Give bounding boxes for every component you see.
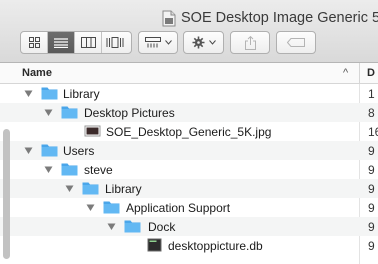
gear-icon	[192, 36, 204, 49]
item-label: Dock	[148, 220, 176, 234]
scrollbar-thumb[interactable]	[3, 129, 10, 259]
disclosure-triangle-icon[interactable]	[44, 108, 53, 117]
folder-icon	[103, 201, 120, 214]
list-item[interactable]: steve 9	[0, 160, 378, 179]
item-label: Users	[63, 144, 95, 158]
action-menu-button[interactable]	[183, 31, 224, 54]
folder-icon	[82, 182, 99, 195]
item-date: 9	[368, 201, 375, 215]
item-date: 9	[368, 144, 375, 158]
item-label: Desktop Pictures	[84, 106, 175, 120]
list-view-icon	[54, 37, 68, 48]
item-label: Library	[105, 182, 142, 196]
list-item[interactable]: Library 9	[0, 179, 378, 198]
disclosure-triangle-icon[interactable]	[86, 203, 95, 212]
disclosure-triangle-icon[interactable]	[24, 89, 33, 98]
toolbar: SOE Desktop Image Generic 5K	[0, 0, 378, 63]
sort-indicator-icon: ^	[343, 67, 349, 79]
list-item[interactable]: Users 9	[0, 141, 378, 160]
tags-button[interactable]	[276, 31, 316, 54]
cover-flow-icon	[106, 37, 124, 48]
chevron-down-icon	[164, 40, 172, 45]
list-item[interactable]: Dock 9	[0, 217, 378, 236]
list-view-button[interactable]	[48, 32, 75, 53]
column-divider[interactable]	[359, 63, 360, 83]
list-item[interactable]: desktoppicture.db 9	[0, 236, 378, 255]
item-label: steve	[84, 163, 113, 177]
window-title: SOE Desktop Image Generic 5K	[162, 8, 378, 28]
file-list: Library 1 Desktop Pictures 8 SOE_Desktop…	[0, 84, 378, 264]
arrange-button[interactable]	[138, 31, 178, 54]
item-label: Application Support	[126, 201, 231, 215]
disclosure-triangle-icon[interactable]	[24, 146, 33, 155]
item-date: 16	[368, 125, 378, 139]
folder-icon	[61, 106, 78, 119]
list-item[interactable]: Desktop Pictures 8	[0, 103, 378, 122]
cover-flow-view-button[interactable]	[102, 32, 128, 53]
disclosure-triangle-icon[interactable]	[44, 165, 53, 174]
item-date: 9	[368, 182, 375, 196]
view-mode-switcher	[20, 31, 132, 54]
share-button[interactable]	[230, 31, 270, 54]
column-view-icon	[80, 37, 96, 48]
item-date: 9	[368, 220, 375, 234]
column-view-button[interactable]	[75, 32, 102, 53]
vertical-scrollbar[interactable]	[0, 84, 14, 264]
date-column-header[interactable]: D	[367, 67, 375, 79]
item-date: 1	[368, 87, 375, 101]
tag-icon	[287, 38, 305, 47]
item-label: Library	[63, 87, 100, 101]
disclosure-triangle-icon[interactable]	[107, 222, 116, 231]
database-file-icon	[147, 238, 162, 252]
document-icon	[162, 10, 176, 26]
folder-icon	[124, 220, 141, 233]
item-label: desktoppicture.db	[168, 239, 263, 253]
folder-icon	[61, 163, 78, 176]
disclosure-triangle-icon[interactable]	[65, 184, 74, 193]
list-item[interactable]: SOE_Desktop_Generic_5K.jpg 16	[0, 122, 378, 141]
list-item[interactable]: Library 1	[0, 84, 378, 103]
list-header: Name ^ D	[0, 63, 378, 84]
item-date: 9	[368, 163, 375, 177]
item-date: 9	[368, 239, 375, 253]
chevron-down-icon	[208, 40, 216, 45]
item-label: SOE_Desktop_Generic_5K.jpg	[106, 125, 272, 139]
icon-view-button[interactable]	[21, 32, 48, 53]
name-column-header[interactable]: Name	[22, 67, 52, 79]
list-item[interactable]: Application Support 9	[0, 198, 378, 217]
item-date: 8	[368, 106, 375, 120]
arrange-icon	[144, 37, 161, 48]
window-title-text: SOE Desktop Image Generic 5K	[181, 10, 378, 26]
share-icon	[244, 35, 256, 50]
image-file-icon	[84, 125, 101, 137]
icon-view-icon	[28, 37, 40, 48]
folder-icon	[41, 87, 58, 100]
folder-icon	[41, 144, 58, 157]
